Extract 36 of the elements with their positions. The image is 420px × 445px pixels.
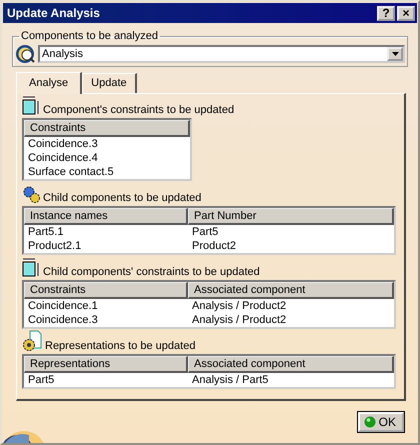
section-title: Component's constraints to be updated — [43, 104, 234, 116]
gears-icon — [22, 186, 42, 204]
column-header[interactable]: Constraints — [24, 282, 188, 299]
table-cell-text: Part5.1 — [27, 225, 64, 239]
table-cell-text: Analysis / Product2 — [191, 299, 288, 313]
analysis-icon — [15, 44, 37, 64]
table-cell-text: Coincidence.3 — [27, 313, 99, 327]
column-header[interactable]: Constraints — [24, 120, 190, 137]
table-cell-text: Coincidence.4 — [27, 151, 99, 165]
column-header[interactable]: Representations — [24, 356, 188, 373]
table-cell-text: Product2 — [191, 239, 238, 253]
window-title: Update Analysis — [7, 6, 100, 20]
caret-icon — [392, 52, 398, 56]
table-cell-text: Analysis / Part5 — [191, 373, 270, 387]
column-header[interactable]: Associated component — [188, 282, 394, 299]
table-cell-text: Product2.1 — [27, 239, 82, 253]
table-cell-text: Part5 — [27, 373, 56, 387]
help-button[interactable]: ? — [377, 6, 395, 20]
table-cell-text: Coincidence.3 — [27, 137, 99, 151]
section-title: Child components to be updated — [43, 192, 202, 204]
component-dropdown[interactable]: Analysis — [38, 45, 405, 63]
table-cell-text: Surface contact.5 — [27, 165, 115, 179]
group-label: Components to be analyzed — [20, 30, 159, 42]
status-light-icon — [364, 416, 376, 428]
table-cell-text: Part5 — [191, 225, 220, 239]
close-button[interactable]: × — [397, 6, 415, 20]
section-title: Child components' constraints to be updated — [43, 266, 260, 278]
ok-button[interactable]: OK — [358, 412, 404, 432]
tab[interactable]: Update — [82, 73, 137, 93]
column-header[interactable]: Part Number — [188, 208, 394, 225]
section-title: Representations to be updated — [45, 340, 196, 352]
column-header[interactable]: Associated component — [188, 356, 394, 373]
column-header[interactable]: Instance names — [24, 208, 188, 225]
tab[interactable]: Analyse — [16, 72, 82, 94]
table-cell-text: Analysis / Product2 — [191, 313, 288, 327]
table-cell-text: Coincidence.1 — [27, 299, 99, 313]
